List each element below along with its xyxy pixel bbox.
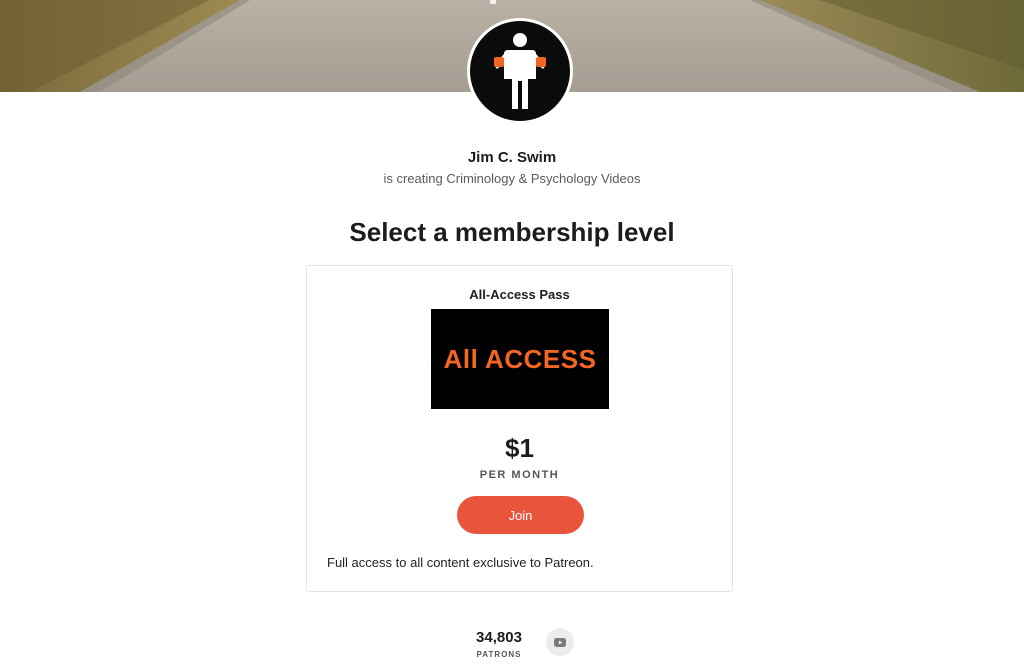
tier-image: All ACCESS [431, 309, 609, 409]
creator-subtitle: is creating Criminology & Psychology Vid… [383, 171, 641, 186]
tier-period: PER MONTH [479, 469, 560, 481]
patron-count: 34,803 [476, 629, 522, 646]
tier-name: All-Access Pass [469, 287, 570, 302]
join-button[interactable]: Join [457, 496, 584, 534]
tier-image-text: All ACCESS [443, 343, 597, 374]
page: Jim C. Swim is creating Criminology & Ps… [0, 0, 1024, 666]
person-silhouette-icon [494, 33, 546, 109]
tier-description: Full access to all content exclusive to … [327, 555, 594, 570]
patron-label: PATRONS [476, 650, 522, 659]
creator-avatar[interactable] [467, 18, 573, 124]
creator-name[interactable]: Jim C. Swim [0, 149, 1024, 166]
page-title: Select a membership level [349, 217, 675, 247]
tier-price: $1 [505, 433, 534, 463]
youtube-icon [554, 637, 566, 647]
tier-card: All-Access Pass All ACCESS $1 PER MONTH … [306, 265, 733, 592]
avatar-image [470, 21, 570, 121]
youtube-link[interactable] [546, 628, 574, 656]
